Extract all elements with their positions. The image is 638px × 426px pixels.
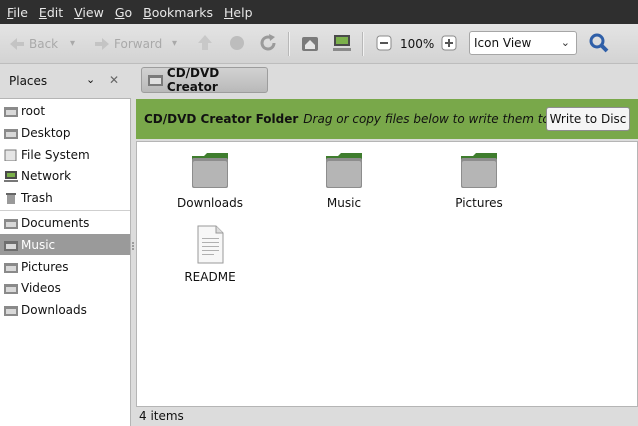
folder-icon bbox=[192, 153, 228, 188]
status-text: 4 items bbox=[139, 408, 184, 423]
sidebar-item-pictures[interactable]: Pictures bbox=[0, 256, 130, 277]
file-view[interactable]: Downloads Music Pictures README bbox=[136, 141, 638, 407]
file-name: Music bbox=[326, 196, 362, 210]
reload-icon bbox=[260, 34, 276, 51]
pane-resize-handle[interactable] bbox=[131, 240, 135, 250]
sidebar-item-label: Trash bbox=[21, 190, 53, 205]
zoom-out-icon bbox=[376, 35, 392, 51]
status-bar: 4 items bbox=[136, 406, 638, 425]
sidebar-item-network[interactable]: Network bbox=[0, 165, 130, 186]
zoom-in-button[interactable] bbox=[439, 32, 461, 54]
stop-icon bbox=[230, 36, 244, 50]
sidebar-item-label: Videos bbox=[21, 280, 61, 295]
menu-view[interactable]: View bbox=[74, 5, 104, 20]
sidebar-item-label: Desktop bbox=[21, 125, 71, 140]
sidebar-item-label: File System bbox=[21, 147, 90, 162]
menu-edit[interactable]: Edit bbox=[39, 5, 63, 20]
menu-help[interactable]: Help bbox=[224, 5, 253, 20]
zoom-level: 100% bbox=[400, 24, 434, 63]
folder-icon bbox=[461, 153, 497, 188]
arrow-right-icon bbox=[95, 37, 109, 50]
forward-label: Forward bbox=[114, 36, 163, 51]
chevron-down-icon[interactable]: ⌄ bbox=[86, 73, 95, 86]
forward-button[interactable]: Forward bbox=[93, 24, 162, 63]
menu-bar: File Edit View Go Bookmarks Help bbox=[0, 0, 638, 24]
stop-button[interactable] bbox=[226, 32, 248, 54]
sidebar-item-label: Downloads bbox=[21, 302, 87, 317]
search-button[interactable] bbox=[588, 32, 610, 54]
up-button[interactable] bbox=[194, 32, 216, 54]
sidebar-divider bbox=[0, 210, 130, 211]
sidebar-item-label: Documents bbox=[21, 215, 90, 230]
file-item-readme[interactable]: README bbox=[165, 224, 255, 284]
drive-icon bbox=[4, 149, 17, 161]
trash-icon bbox=[6, 192, 16, 204]
home-folder-icon bbox=[4, 106, 18, 117]
sidebar-item-downloads[interactable]: Downloads bbox=[0, 299, 130, 320]
sidebar-item-root[interactable]: root bbox=[0, 100, 130, 121]
folder-item-pictures[interactable]: Pictures bbox=[434, 150, 524, 210]
home-button[interactable] bbox=[299, 32, 321, 54]
arrow-left-icon bbox=[10, 37, 24, 50]
zoom-value: 100% bbox=[400, 36, 435, 51]
folder-icon bbox=[4, 262, 18, 273]
forward-history-dropdown[interactable]: ▾ bbox=[172, 24, 177, 63]
back-history-dropdown[interactable]: ▾ bbox=[70, 24, 75, 63]
folder-icon bbox=[4, 218, 18, 229]
file-name: Pictures bbox=[455, 196, 503, 210]
back-label: Back bbox=[29, 36, 59, 51]
sidebar-item-label: Pictures bbox=[21, 259, 69, 274]
info-bar-title: CD/DVD Creator Folder bbox=[144, 112, 299, 126]
sidebar-header: Places ⌄ ✕ bbox=[0, 64, 131, 98]
folder-icon bbox=[326, 153, 362, 188]
burner-folder-icon bbox=[148, 75, 163, 86]
places-sidebar: root Desktop File System Network Trash D… bbox=[0, 98, 131, 426]
file-name: README bbox=[184, 270, 236, 284]
file-name: Downloads bbox=[177, 196, 243, 210]
reload-button[interactable] bbox=[257, 32, 279, 54]
computer-icon bbox=[333, 35, 351, 51]
toolbar-separator bbox=[288, 32, 290, 56]
menu-bookmarks[interactable]: Bookmarks bbox=[143, 5, 213, 20]
sidebar-item-trash[interactable]: Trash bbox=[0, 187, 130, 208]
sidebar-title[interactable]: Places bbox=[9, 74, 47, 88]
crumb-label: CD/DVD Creator bbox=[166, 66, 220, 94]
sidebar-item-documents[interactable]: Documents bbox=[0, 212, 130, 233]
location-crumb[interactable]: CD/DVD Creator bbox=[141, 66, 268, 94]
info-bar: CD/DVD Creator Folder Drag or copy files… bbox=[136, 99, 638, 139]
folder-icon bbox=[4, 305, 18, 316]
sidebar-item-music[interactable]: Music bbox=[0, 234, 130, 255]
sidebar-item-file-system[interactable]: File System bbox=[0, 144, 130, 165]
home-icon bbox=[302, 37, 318, 51]
arrow-up-icon bbox=[198, 35, 212, 50]
view-mode-value: Icon View bbox=[474, 36, 532, 50]
sidebar-item-label: root bbox=[21, 103, 46, 118]
zoom-in-icon bbox=[441, 35, 457, 51]
chevron-down-icon: ▾ bbox=[70, 38, 76, 49]
write-to-disc-button[interactable]: Write to Disc bbox=[546, 107, 630, 131]
close-icon[interactable]: ✕ bbox=[109, 73, 119, 87]
toolbar-separator bbox=[362, 32, 364, 56]
folder-item-music[interactable]: Music bbox=[299, 150, 389, 210]
computer-button[interactable] bbox=[331, 32, 353, 54]
folder-icon bbox=[4, 240, 18, 251]
menu-go[interactable]: Go bbox=[115, 5, 132, 20]
search-icon bbox=[589, 33, 609, 53]
menu-file[interactable]: File bbox=[7, 5, 28, 20]
zoom-out-button[interactable] bbox=[374, 32, 396, 54]
network-icon bbox=[4, 170, 18, 182]
folder-icon bbox=[4, 283, 18, 294]
sidebar-item-videos[interactable]: Videos bbox=[0, 277, 130, 298]
folder-item-downloads[interactable]: Downloads bbox=[165, 150, 255, 210]
chevron-down-icon: ▾ bbox=[172, 38, 178, 49]
sidebar-item-desktop[interactable]: Desktop bbox=[0, 122, 130, 143]
info-bar-description: Drag or copy files below to write them t… bbox=[303, 112, 554, 126]
text-document-icon bbox=[197, 225, 224, 264]
sidebar-item-label: Network bbox=[21, 168, 72, 183]
view-mode-select[interactable]: Icon View ⌄ bbox=[469, 31, 577, 55]
back-button[interactable]: Back bbox=[8, 24, 58, 63]
sidebar-item-label: Music bbox=[21, 237, 56, 252]
chevron-down-icon: ⌄ bbox=[560, 36, 570, 49]
folder-icon bbox=[4, 128, 18, 139]
